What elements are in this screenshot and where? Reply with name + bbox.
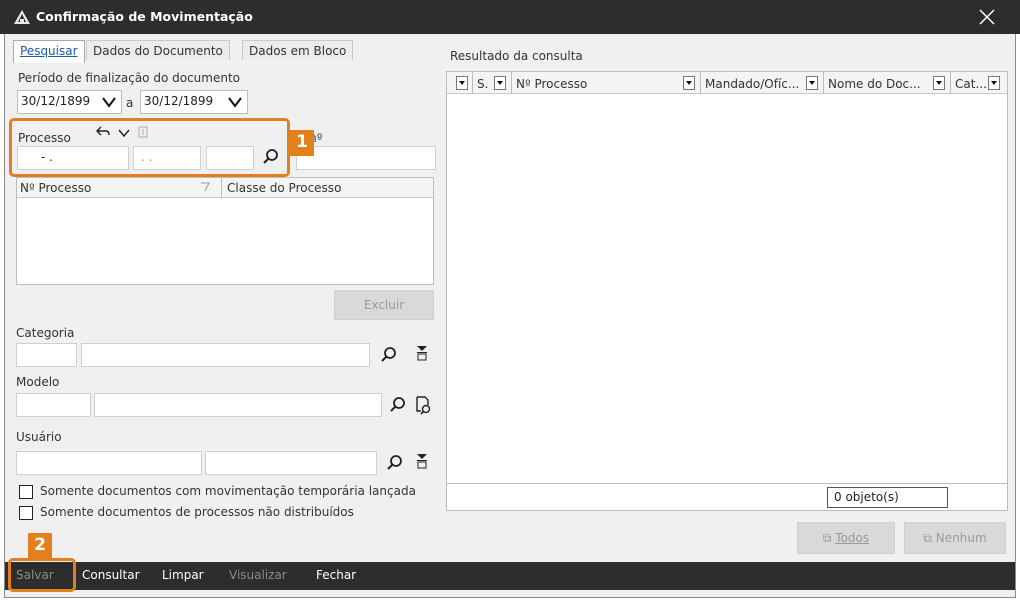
checkbox-processos-nao-distribuidos[interactable] bbox=[19, 506, 33, 520]
window-title: Confirmação de Movimentação bbox=[36, 9, 253, 24]
clear-filter-icon[interactable] bbox=[415, 452, 429, 470]
col-header-s[interactable]: S. bbox=[477, 77, 488, 91]
callout-badge-1: 1 bbox=[290, 130, 314, 156]
column-divider bbox=[950, 72, 951, 94]
fechar-button[interactable]: Fechar bbox=[316, 568, 356, 582]
excluir-label: Excluir bbox=[363, 298, 405, 312]
column-divider bbox=[823, 72, 824, 94]
chevron-down-icon[interactable] bbox=[102, 96, 116, 108]
consultar-button[interactable]: Consultar bbox=[82, 568, 140, 582]
modelo-label: Modelo bbox=[16, 375, 60, 389]
document-search-icon[interactable] bbox=[413, 395, 433, 415]
col-dropdown-select[interactable] bbox=[456, 76, 468, 90]
visualizar-button[interactable]: Visualizar bbox=[229, 568, 287, 582]
results-footer-divider bbox=[447, 483, 1007, 484]
checkbox-movimentacao-temporaria[interactable] bbox=[19, 485, 33, 499]
col-dropdown-nome-doc[interactable] bbox=[933, 76, 945, 90]
column-divider bbox=[700, 72, 701, 94]
categoria-name-field[interactable] bbox=[81, 343, 370, 367]
col-header-nprocesso[interactable]: Nº Processo bbox=[20, 181, 91, 195]
checkbox1-label[interactable]: Somente documentos com movimentação temp… bbox=[40, 484, 434, 498]
date-separator: a bbox=[126, 96, 134, 110]
column-divider bbox=[472, 72, 473, 94]
copy-icon: ⧉ bbox=[923, 531, 932, 545]
col-header-nprocesso[interactable]: Nº Processo bbox=[516, 77, 587, 91]
col-header-categoria[interactable]: Cat... bbox=[955, 77, 987, 91]
categoria-label: Categoria bbox=[16, 326, 75, 340]
callout-highlight-processo bbox=[9, 118, 290, 177]
filter-icon[interactable] bbox=[200, 182, 210, 192]
search-icon[interactable] bbox=[380, 346, 398, 364]
col-header-classe[interactable]: Classe do Processo bbox=[227, 181, 341, 195]
secondary-number-field[interactable] bbox=[296, 146, 436, 170]
select-all-button[interactable]: ⧉ Todos bbox=[797, 522, 895, 554]
modelo-name-field[interactable] bbox=[94, 393, 382, 417]
clear-filter-icon[interactable] bbox=[415, 344, 429, 362]
search-icon[interactable] bbox=[389, 396, 407, 414]
tab-dados-bloco[interactable]: Dados em Bloco bbox=[242, 40, 354, 62]
excluir-button[interactable]: Excluir bbox=[334, 290, 434, 320]
col-dropdown-nprocesso[interactable] bbox=[683, 76, 695, 90]
select-all-label: Todos bbox=[835, 531, 870, 545]
col-header-mandado[interactable]: Mandado/Ofíc... bbox=[705, 77, 805, 91]
results-count-value: 0 objeto(s) bbox=[834, 490, 899, 504]
tab-pesquisar[interactable]: Pesquisar bbox=[13, 40, 85, 63]
results-grid[interactable] bbox=[446, 71, 1008, 511]
results-title: Resultado da consulta bbox=[450, 49, 583, 63]
select-none-button[interactable]: ⧉ Nenhum bbox=[904, 522, 1006, 554]
callout-badge-2: 2 bbox=[28, 533, 52, 559]
date-from-value: 30/12/1899 bbox=[21, 94, 91, 108]
results-count: 0 objeto(s) bbox=[827, 487, 948, 508]
column-divider bbox=[511, 72, 512, 94]
categoria-code-field[interactable] bbox=[16, 343, 77, 367]
close-icon[interactable] bbox=[976, 6, 998, 28]
checkbox2-label[interactable]: Somente documentos de processos não dist… bbox=[40, 505, 354, 519]
modelo-code-field[interactable] bbox=[16, 393, 91, 417]
period-label: Período de finalização do documento bbox=[18, 71, 240, 85]
usuario-label: Usuário bbox=[16, 430, 62, 444]
chevron-down-icon[interactable] bbox=[228, 96, 242, 108]
col-dropdown-s[interactable] bbox=[494, 76, 506, 90]
tab-dados-documento[interactable]: Dados do Documento bbox=[86, 40, 230, 62]
limpar-button[interactable]: Limpar bbox=[162, 568, 204, 582]
search-icon[interactable] bbox=[386, 454, 404, 472]
select-none-label: Nenhum bbox=[935, 531, 987, 545]
bottom-toolbar bbox=[5, 562, 1015, 590]
column-divider bbox=[221, 178, 222, 198]
date-to-value: 30/12/1899 bbox=[144, 94, 214, 108]
usuario-code-field[interactable] bbox=[16, 451, 202, 475]
col-header-nome-doc[interactable]: Nome do Doc... bbox=[828, 77, 928, 91]
copy-icon: ⧉ bbox=[822, 531, 832, 545]
col-dropdown-categoria[interactable] bbox=[988, 76, 1000, 90]
app-logo-icon bbox=[14, 10, 30, 24]
usuario-name-field[interactable] bbox=[205, 451, 377, 475]
callout-highlight-salvar bbox=[8, 558, 76, 592]
col-dropdown-mandado[interactable] bbox=[806, 76, 818, 90]
